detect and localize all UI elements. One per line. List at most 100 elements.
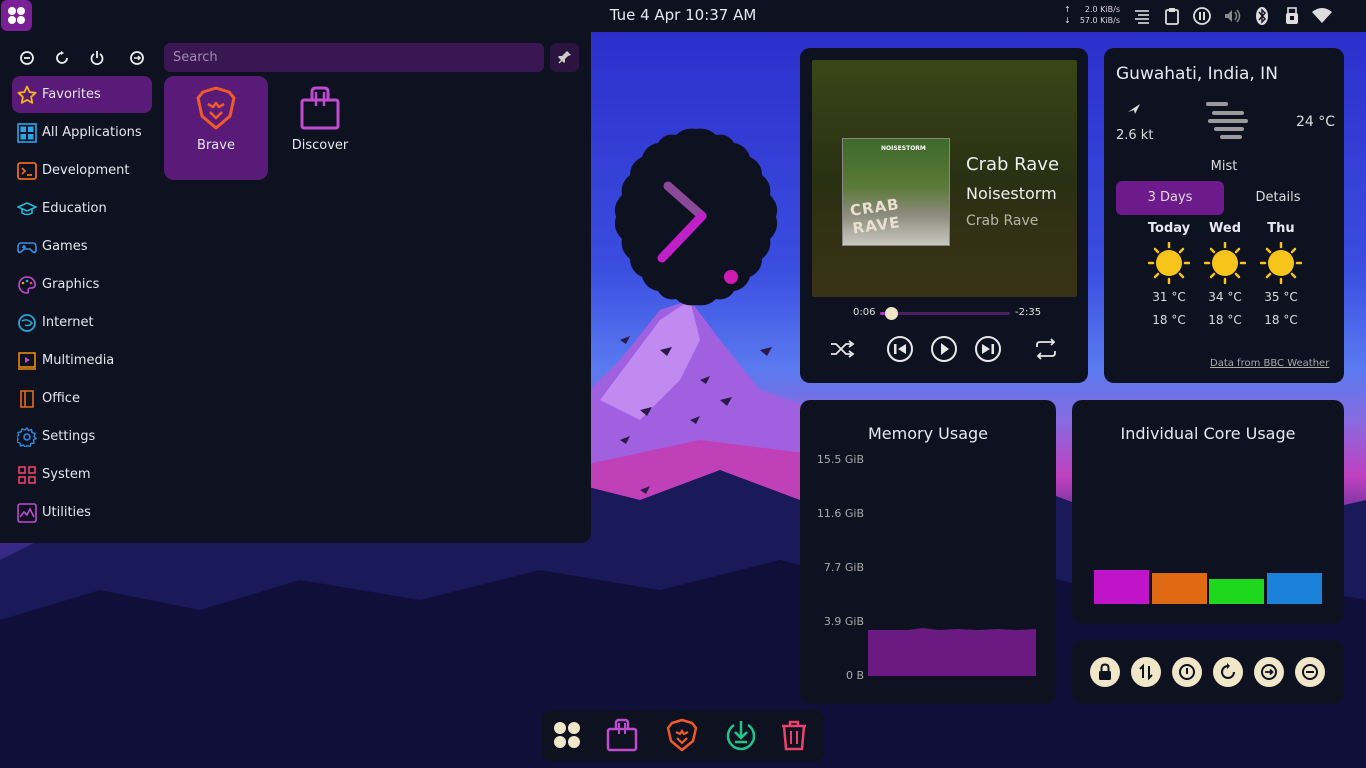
forecast-day: Wed 34 °C 18 °C [1195,221,1255,327]
forecast-low: 18 °C [1264,313,1298,327]
forecast-day: Today 31 °C 18 °C [1139,221,1199,327]
top-panel: Tue 4 Apr 10:37 AM ↑ 2.0 KiB/s ↓ 57.0 KiB/… [0,0,1366,32]
sun-icon [1260,242,1302,284]
category-office[interactable]: Office [12,380,152,417]
track-title: Crab Rave [966,154,1060,175]
forecast-low: 18 °C [1152,313,1186,327]
network-speed-monitor[interactable]: ↑ 2.0 KiB/s ↓ 57.0 KiB/s [1064,4,1120,26]
category-label: All Applications [42,125,142,140]
discover-icon[interactable] [605,718,639,752]
core-usage-title: Individual Core Usage [1120,424,1296,443]
tab-details[interactable]: Details [1224,181,1332,215]
switch-user-icon [1139,663,1153,681]
standby-icon [1302,664,1318,680]
sun-icon [1148,242,1190,284]
category-all-applications[interactable]: All Applications [12,114,152,151]
application-menu: Favorites All Applications Development E… [0,32,591,543]
logout-button[interactable] [1254,657,1284,687]
app-tile-discover[interactable]: Discover [268,76,372,180]
restart-icon[interactable] [54,50,70,66]
category-system[interactable]: System [12,456,152,493]
category-label: Internet [42,315,94,330]
gamepad-icon [17,242,37,254]
pin-menu-button[interactable] [550,43,579,72]
category-education[interactable]: Education [12,190,152,227]
forecast-day-name: Today [1147,221,1191,236]
analog-clock-widget[interactable] [604,125,788,309]
category-label: System [42,467,91,482]
wind-direction-icon [1128,104,1140,114]
app-label: Brave [197,138,235,153]
core-usage-bar [1094,570,1149,604]
star-icon [17,85,37,104]
memory-axis-label: 7.7 GiB [823,561,864,574]
volume-icon[interactable] [1222,6,1242,26]
upload-arrow: ↑ [1064,5,1071,14]
track-album: Crab Rave [966,213,1039,229]
weather-widget: Guwahati, India, IN 2.6 kt 24 °C Mist 3 … [1104,48,1344,383]
restart-icon [1221,663,1235,679]
track-artist: Noisestorm [966,184,1057,203]
download-icon[interactable] [724,718,758,752]
restart-button[interactable] [1213,657,1243,687]
weather-source-link[interactable]: Data from BBC Weather [1210,358,1329,369]
shopping-bag-icon [300,86,340,130]
category-games[interactable]: Games [12,228,152,265]
memory-usage-area [868,628,1036,676]
category-label: Development [42,163,130,178]
tab-3-days[interactable]: 3 Days [1116,181,1224,215]
core-usage-bar [1209,579,1265,604]
playback-remaining: -2:35 [1015,307,1042,318]
forecast-day-name: Thu [1267,221,1295,236]
category-favorites[interactable]: Favorites [12,76,152,113]
category-multimedia[interactable]: Multimedia [12,342,152,379]
wifi-icon[interactable] [1312,6,1332,26]
play-icon[interactable] [930,335,958,363]
next-track-icon[interactable] [974,335,1002,363]
forecast-day: Thu 35 °C 18 °C [1251,221,1311,327]
previous-track-icon[interactable] [886,335,914,363]
category-development[interactable]: Development [12,152,152,189]
app-tile-brave[interactable]: Brave [164,76,268,180]
graduation-cap-icon [17,202,37,216]
launcher-icon[interactable] [550,718,584,752]
brave-icon[interactable] [665,718,699,752]
switch-user-button[interactable] [1131,657,1161,687]
hardware-icon[interactable] [1282,6,1302,26]
trash-icon[interactable] [777,718,811,752]
current-temperature: 24 °C [1296,114,1336,130]
brave-lion-icon [196,86,236,130]
category-settings[interactable]: Settings [12,418,152,455]
memory-title: Memory Usage [867,424,988,443]
memory-axis-label: 0 B [845,669,864,682]
standby-button[interactable] [1295,657,1325,687]
logout-icon[interactable] [129,50,145,66]
lock-button[interactable] [1090,657,1120,687]
forecast-low: 18 °C [1208,313,1242,327]
cover-title: CRAB RAVE [848,195,902,238]
lock-icon [1099,663,1111,680]
category-internet[interactable]: Internet [12,304,152,341]
cover-brand: NOISESTORM [881,145,926,152]
category-graphics[interactable]: Graphics [12,266,152,303]
bluetooth-icon[interactable] [1252,6,1272,26]
task-manager-icon[interactable] [1132,6,1152,26]
shutdown-button[interactable] [1172,657,1202,687]
category-utilities[interactable]: Utilities [12,494,152,531]
lock-screen-icon[interactable] [19,50,35,66]
seek-handle[interactable] [885,307,898,320]
mist-icon [1206,102,1248,139]
session-controls-widget [1072,640,1344,704]
category-label: Graphics [42,277,100,292]
shutdown-icon[interactable] [89,50,105,66]
shuffle-icon[interactable] [828,335,856,363]
weather-condition: Mist [1210,159,1238,174]
media-pause-icon[interactable] [1192,6,1212,26]
memory-axis-label: 15.5 GiB [816,453,864,466]
search-input[interactable] [164,43,544,72]
seek-bar[interactable] [880,312,1010,315]
repeat-icon[interactable] [1032,335,1060,363]
category-label: Games [42,239,88,254]
clipboard-icon[interactable] [1162,6,1182,26]
palette-icon [18,276,36,294]
